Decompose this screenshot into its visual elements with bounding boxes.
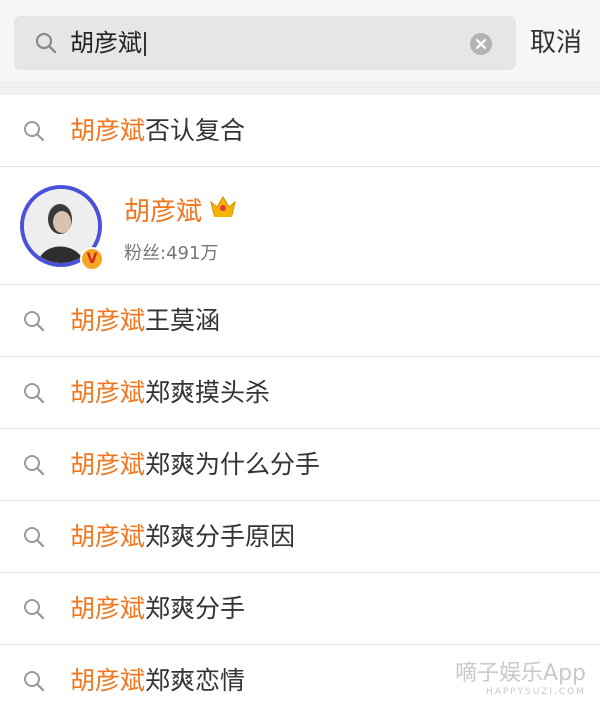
suggestion-text: 胡彦斌郑爽分手原因 — [70, 501, 295, 573]
search-icon — [22, 453, 46, 477]
suggestion-item[interactable]: 胡彦斌郑爽分手 — [0, 573, 600, 645]
suggestion-text: 胡彦斌郑爽为什么分手 — [70, 429, 320, 501]
suggestion-highlight: 胡彦斌 — [70, 378, 146, 407]
status-bar-remnant — [0, 0, 600, 6]
search-icon — [22, 381, 46, 405]
suggestion-rest: 郑爽分手 — [145, 594, 246, 623]
suggestion-item[interactable]: 胡彦斌王莫涵 — [0, 285, 600, 357]
watermark-main: 嘀子娱乐App — [455, 661, 586, 686]
watermark: 嘀子娱乐App HAPPYSUZI.COM — [455, 655, 586, 697]
search-icon — [22, 119, 46, 143]
clear-icon[interactable] — [470, 33, 492, 55]
suggestion-highlight: 胡彦斌 — [70, 306, 146, 335]
user-name: 胡彦斌 — [124, 197, 203, 227]
search-header: 胡彦斌 取消 — [0, 0, 600, 81]
suggestion-highlight: 胡彦斌 — [70, 666, 146, 695]
divider — [0, 81, 600, 95]
suggestion-text: 胡彦斌郑爽恋情 — [70, 645, 245, 717]
search-icon — [22, 525, 46, 549]
search-icon — [34, 31, 58, 55]
suggestion-rest: 郑爽摸头杀 — [145, 378, 271, 407]
fans-count: 粉丝:491万 — [124, 243, 219, 264]
crown-icon — [208, 193, 238, 219]
suggestion-list: 胡彦斌否认复合 V 胡彦斌 粉丝:491万 胡彦斌王莫涵 胡彦斌郑爽摸头杀 胡彦… — [0, 95, 600, 717]
suggestion-text: 胡彦斌郑爽分手 — [70, 573, 245, 645]
suggestion-rest: 郑爽恋情 — [145, 666, 246, 695]
suggestion-text: 胡彦斌王莫涵 — [70, 285, 220, 357]
search-query-text: 胡彦斌 — [70, 29, 142, 57]
suggestion-rest: 否认复合 — [145, 116, 246, 145]
suggestion-text: 胡彦斌郑爽摸头杀 — [70, 357, 270, 429]
suggestion-item[interactable]: 胡彦斌郑爽摸头杀 — [0, 357, 600, 429]
search-input[interactable]: 胡彦斌 — [14, 16, 516, 70]
suggestion-highlight: 胡彦斌 — [70, 450, 146, 479]
suggestion-rest: 郑爽为什么分手 — [145, 450, 321, 479]
watermark-sub: HAPPYSUZI.COM — [485, 687, 586, 697]
suggestion-highlight: 胡彦斌 — [70, 116, 146, 145]
suggestion-text: 胡彦斌否认复合 — [70, 95, 245, 167]
verified-badge: V — [80, 247, 104, 271]
search-icon — [22, 309, 46, 333]
suggestion-rest: 郑爽分手原因 — [145, 522, 296, 551]
suggestion-item[interactable]: 胡彦斌否认复合 — [0, 95, 600, 167]
suggestion-item[interactable]: 胡彦斌郑爽分手原因 — [0, 501, 600, 573]
suggestion-item[interactable]: 胡彦斌郑爽为什么分手 — [0, 429, 600, 501]
search-icon — [22, 597, 46, 621]
cancel-button[interactable]: 取消 — [530, 16, 582, 70]
user-result[interactable]: V 胡彦斌 粉丝:491万 — [0, 167, 600, 285]
suggestion-rest: 王莫涵 — [145, 306, 221, 335]
suggestion-highlight: 胡彦斌 — [70, 522, 146, 551]
search-icon — [22, 669, 46, 693]
suggestion-highlight: 胡彦斌 — [70, 594, 146, 623]
text-cursor — [144, 32, 146, 56]
